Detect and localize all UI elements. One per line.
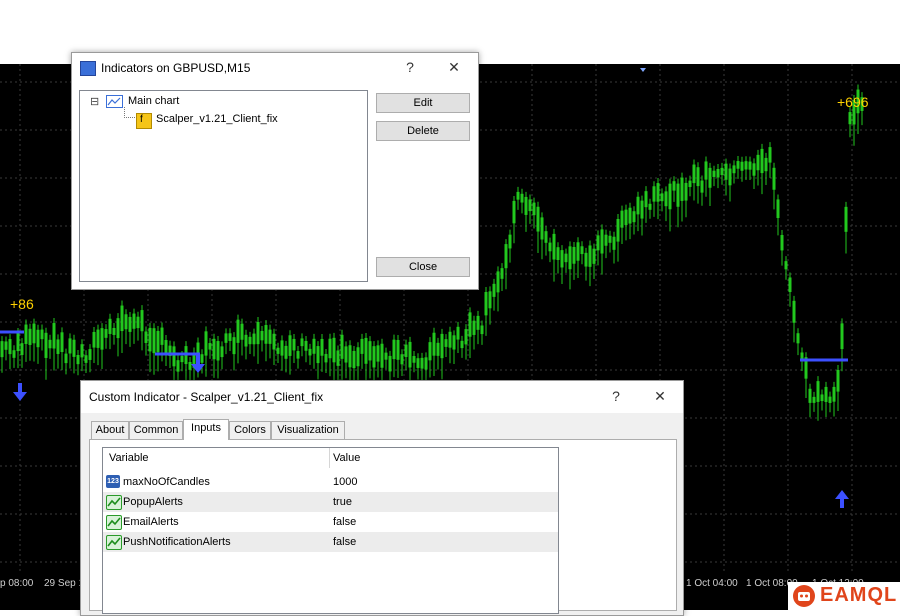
close-icon[interactable]: ✕ [650,388,670,405]
column-divider [329,448,330,468]
delete-button[interactable]: Delete [376,121,470,141]
table-row[interactable]: EmailAlerts false [103,512,558,532]
tree-collapse-icon[interactable]: ⊟ [90,95,99,108]
indicator-tree[interactable]: ⊟ Main chart f Scalper_v1.21_Client_fix [79,90,368,282]
tree-item-main-chart[interactable]: Main chart [128,95,179,107]
time-label-1: p 08:00 [0,578,34,589]
inputs-table[interactable]: Variable Value 123 maxNoOfCandles 1000 P… [102,447,559,614]
number-icon: 123 [106,475,120,488]
time-label-2: 29 Sep 1 [44,578,85,589]
robot-logo-icon [793,585,815,607]
window-app-icon [80,61,96,76]
variable-name: PopupAlerts [123,496,183,508]
tab-inputs[interactable]: Inputs [183,419,229,440]
column-header-variable: Variable [109,452,149,464]
inputs-panel: Variable Value 123 maxNoOfCandles 1000 P… [89,439,677,614]
bool-icon [106,515,122,530]
help-icon[interactable]: ? [606,388,626,404]
table-row[interactable]: PushNotificationAlerts false [103,532,558,552]
watermark-text: EAMQL [820,584,898,606]
column-header-value: Value [333,452,361,464]
indicators-dialog-title: Indicators on GBPUSD,M15 [101,61,251,75]
help-icon[interactable]: ? [400,59,420,75]
variable-value[interactable]: false [333,512,356,532]
bool-icon [106,535,122,550]
close-icon[interactable]: ✕ [444,59,464,76]
tree-item-scalper[interactable]: Scalper_v1.21_Client_fix [156,113,278,125]
variable-value[interactable]: false [333,532,356,552]
time-label-3: 1 Oct 04:00 [686,578,738,589]
signal-label-top: +696 [837,94,869,110]
indicators-dialog: Indicators on GBPUSD,M15 ? ✕ ⊟ Main char… [71,52,479,290]
tab-visualization[interactable]: Visualization [271,421,345,439]
table-row[interactable]: PopupAlerts true [103,492,558,512]
tab-common[interactable]: Common [129,421,183,439]
eamql-logo: EAMQL [788,582,900,610]
custom-indicator-dialog-title: Custom Indicator - Scalper_v1.21_Client_… [89,390,324,404]
tab-colors[interactable]: Colors [229,421,271,439]
close-button[interactable]: Close [376,257,470,277]
variable-value[interactable]: true [333,492,352,512]
variable-name: maxNoOfCandles [123,476,210,488]
custom-indicator-icon: f [136,113,152,129]
table-header: Variable Value [103,448,558,468]
tab-about[interactable]: About [91,421,129,439]
edit-button[interactable]: Edit [376,93,470,113]
tree-connector [124,107,135,118]
table-row[interactable]: 123 maxNoOfCandles 1000 [103,472,558,492]
bool-icon [106,495,122,510]
variable-value[interactable]: 1000 [333,472,357,492]
variable-name: EmailAlerts [123,516,179,528]
custom-indicator-dialog: Custom Indicator - Scalper_v1.21_Client_… [80,380,684,616]
signal-label-left: +86 [10,296,34,312]
chart-window-icon [106,95,123,108]
variable-name: PushNotificationAlerts [123,536,231,548]
